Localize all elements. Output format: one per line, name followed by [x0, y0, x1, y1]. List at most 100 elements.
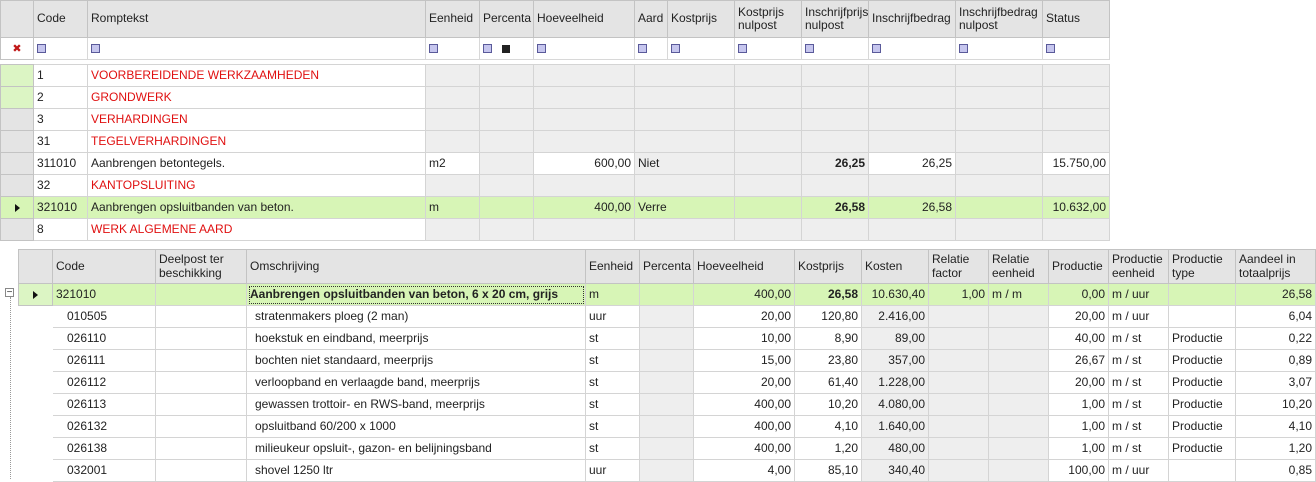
- table-row[interactable]: 8WERK ALGEMENE AARDIndex: [0, 218, 1110, 241]
- cell-inschrijfprijs-nulpost[interactable]: [868, 86, 956, 109]
- cell-eenheid[interactable]: [425, 86, 480, 109]
- cell-inschrijfbedrag-nulpost[interactable]: [1042, 86, 1110, 109]
- cell-code[interactable]: 026113: [52, 393, 156, 416]
- cell-inschrijfbedrag[interactable]: [955, 196, 1043, 219]
- cell-omschrijving[interactable]: verloopband en verlaagde band, meerprijs: [246, 371, 586, 394]
- table-row[interactable]: 032001 shovel 1250 ltr uur 4,00 85,10 340,40 1…: [19, 459, 1316, 482]
- cell-aandeel[interactable]: 1,20: [1235, 437, 1316, 460]
- cell-inschrijfbedrag-nulpost[interactable]: 10.632,00: [1042, 196, 1110, 219]
- cell-deelpost[interactable]: [155, 327, 247, 350]
- filter-cell-eenheid[interactable]: [425, 37, 480, 60]
- cell-romptekst[interactable]: KANTOPSLUITING: [87, 174, 426, 197]
- cell-omschrijving[interactable]: stratenmakers ploeg (2 man): [246, 305, 586, 328]
- cell-productie-type[interactable]: Productie: [1168, 327, 1236, 350]
- cell-relatie-factor[interactable]: [928, 437, 989, 460]
- filter-icon[interactable]: [738, 44, 747, 54]
- cell-hoeveelheid[interactable]: 4,00: [693, 459, 795, 482]
- cell-kostprijs-nulpost[interactable]: [801, 130, 869, 153]
- column-header-hoeveelheid[interactable]: Hoeveelheid: [693, 249, 795, 284]
- cell-hoeveelheid[interactable]: [533, 218, 635, 241]
- cell-kosten[interactable]: 1.228,00: [861, 371, 929, 394]
- cell-productie-type[interactable]: [1168, 459, 1236, 482]
- cell-productie-type[interactable]: Productie: [1168, 393, 1236, 416]
- cell-inschrijfbedrag-nulpost[interactable]: [1042, 174, 1110, 197]
- cell-inschrijfbedrag-nulpost[interactable]: 15.750,00: [1042, 152, 1110, 175]
- cell-hoeveelheid[interactable]: 600,00: [533, 152, 635, 175]
- cell-hoeveelheid[interactable]: 400,00: [533, 196, 635, 219]
- cell-kostprijs-nulpost[interactable]: [801, 174, 869, 197]
- cell-productie-type[interactable]: Productie: [1168, 437, 1236, 460]
- cell-eenheid[interactable]: uur: [585, 305, 640, 328]
- filter-cell-inschrijfbedrag-nulpost[interactable]: [955, 37, 1043, 60]
- cell-code[interactable]: 032001: [52, 459, 156, 482]
- cell-deelpost[interactable]: [155, 393, 247, 416]
- cell-omschrijving[interactable]: milieukeur opsluit-, gazon- en belijning…: [246, 437, 586, 460]
- cell-productie-eenheid[interactable]: m / st: [1108, 349, 1169, 372]
- cell-omschrijving[interactable]: bochten niet standaard, meerprijs: [246, 349, 586, 372]
- column-header-eenheid[interactable]: Eenheid: [585, 249, 640, 284]
- filter-cell-romptekst[interactable]: [87, 37, 426, 60]
- cell-romptekst[interactable]: GRONDWERK: [87, 86, 426, 109]
- cell-eenheid[interactable]: [425, 130, 480, 153]
- column-header-relatie-factor[interactable]: Relatie factor: [928, 249, 989, 284]
- cell-romptekst[interactable]: VERHARDINGEN: [87, 108, 426, 131]
- cell-code[interactable]: 2: [33, 86, 88, 109]
- cell-kostprijs-nulpost[interactable]: [801, 86, 869, 109]
- cell-relatie-eenheid[interactable]: [988, 305, 1049, 328]
- cell-productie-eenheid[interactable]: m / uur: [1108, 459, 1169, 482]
- cell-romptekst[interactable]: TEGELVERHARDINGEN: [87, 130, 426, 153]
- filter-cell-aard[interactable]: [634, 37, 668, 60]
- cell-hoeveelheid[interactable]: 400,00: [693, 283, 795, 306]
- cell-relatie-factor[interactable]: [928, 349, 989, 372]
- cell-percenta[interactable]: [479, 86, 534, 109]
- filter-cell-inschrijfbedrag[interactable]: [868, 37, 956, 60]
- cell-inschrijfbedrag-nulpost[interactable]: [1042, 218, 1110, 241]
- filter-icon[interactable]: [872, 44, 881, 54]
- cell-relatie-eenheid[interactable]: [988, 349, 1049, 372]
- cell-aandeel[interactable]: 0,85: [1235, 459, 1316, 482]
- cell-code[interactable]: 026112: [52, 371, 156, 394]
- cell-relatie-eenheid[interactable]: m / m: [988, 283, 1049, 306]
- cell-relatie-eenheid[interactable]: [988, 371, 1049, 394]
- cell-eenheid[interactable]: st: [585, 349, 640, 372]
- cell-kostprijs[interactable]: [734, 218, 802, 241]
- table-row[interactable]: 32KANTOPSLUITINGIndex: [0, 174, 1110, 197]
- cell-kosten[interactable]: 89,00: [861, 327, 929, 350]
- cell-romptekst[interactable]: Aanbrengen opsluitbanden van beton.: [87, 196, 426, 219]
- cell-eenheid[interactable]: m: [425, 196, 480, 219]
- filter-icon[interactable]: [37, 44, 46, 54]
- cell-kosten[interactable]: 340,40: [861, 459, 929, 482]
- cell-inschrijfprijs-nulpost[interactable]: [868, 108, 956, 131]
- filter-cell-percenta[interactable]: [479, 37, 534, 60]
- cell-code[interactable]: 026132: [52, 415, 156, 438]
- cell-deelpost[interactable]: [155, 305, 247, 328]
- column-header-relatie-eenheid[interactable]: Relatie eenheid: [988, 249, 1049, 284]
- cell-hoeveelheid[interactable]: 400,00: [693, 415, 795, 438]
- cell-percenta[interactable]: [639, 459, 694, 482]
- cell-percenta[interactable]: [479, 218, 534, 241]
- filter-icon[interactable]: [638, 44, 647, 54]
- cell-deelpost[interactable]: [155, 459, 247, 482]
- cell-romptekst[interactable]: WERK ALGEMENE AARD: [87, 218, 426, 241]
- cell-relatie-eenheid[interactable]: [988, 327, 1049, 350]
- cell-eenheid[interactable]: st: [585, 327, 640, 350]
- pin-icon[interactable]: ✖: [12, 43, 21, 55]
- cell-omschrijving[interactable]: opsluitband 60/200 x 1000: [246, 415, 586, 438]
- cell-relatie-eenheid[interactable]: [988, 393, 1049, 416]
- cell-productie-eenheid[interactable]: m / uur: [1108, 283, 1169, 306]
- cell-aandeel[interactable]: 0,22: [1235, 327, 1316, 350]
- cell-kostprijs[interactable]: 61,40: [794, 371, 862, 394]
- cell-inschrijfbedrag[interactable]: [955, 218, 1043, 241]
- filter-icon[interactable]: [483, 44, 492, 54]
- cell-eenheid[interactable]: uur: [585, 459, 640, 482]
- table-row[interactable]: 3VERHARDINGENIndex: [0, 108, 1110, 131]
- cell-inschrijfprijs-nulpost[interactable]: [868, 174, 956, 197]
- table-row[interactable]: 026113 gewassen trottoir- en RWS-band, me…: [19, 393, 1316, 416]
- cell-kosten[interactable]: 2.416,00: [861, 305, 929, 328]
- cell-percenta[interactable]: [479, 108, 534, 131]
- cell-inschrijfprijs-nulpost[interactable]: [868, 64, 956, 87]
- cell-romptekst[interactable]: Aanbrengen betontegels.: [87, 152, 426, 175]
- cell-percenta[interactable]: [479, 196, 534, 219]
- cell-eenheid[interactable]: st: [585, 415, 640, 438]
- cell-inschrijfprijs-nulpost[interactable]: [868, 130, 956, 153]
